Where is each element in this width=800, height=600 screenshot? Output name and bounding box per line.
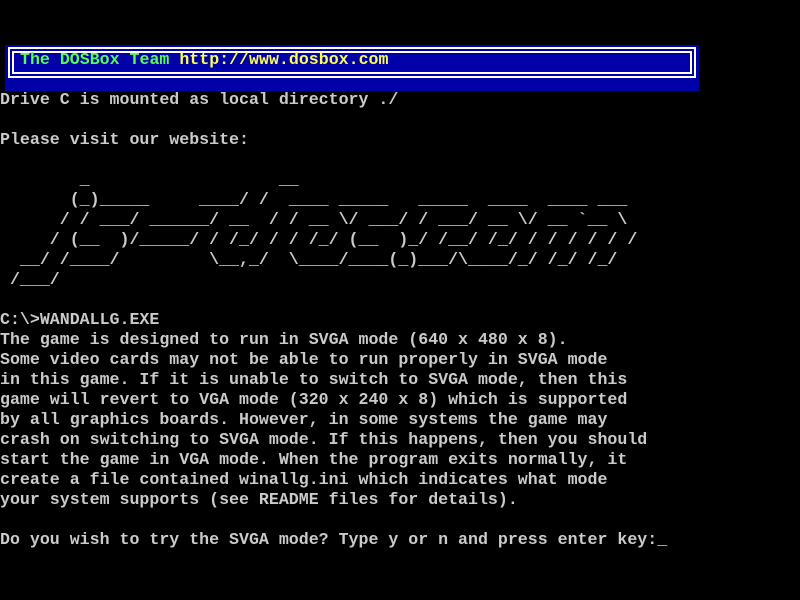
terminal-output[interactable]: Drive C is mounted as local directory ./… xyxy=(0,50,667,550)
dosbox-terminal-screen[interactable]: The DOSBox Team http://www.dosbox.com Dr… xyxy=(0,0,800,600)
